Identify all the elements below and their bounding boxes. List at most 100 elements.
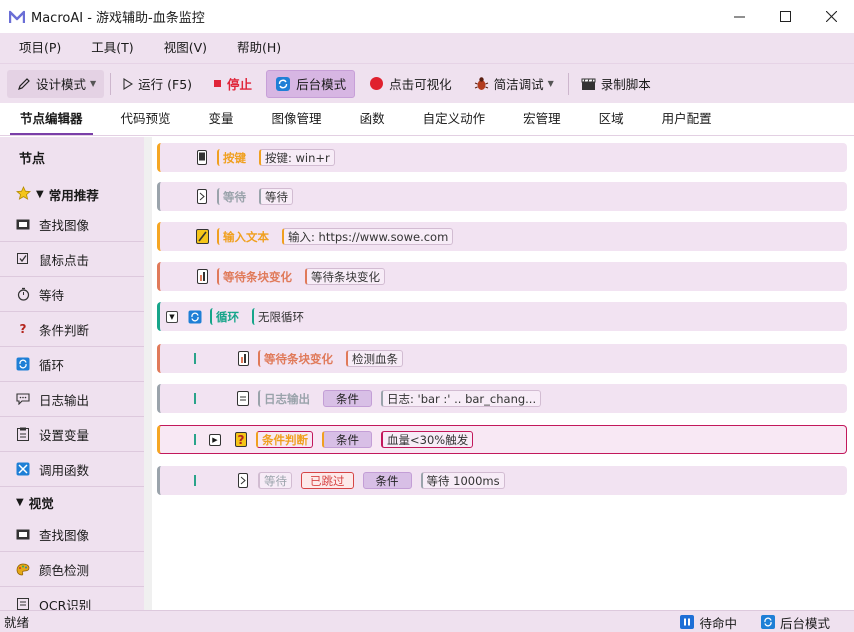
chevron-down-icon: ▼ <box>36 189 44 200</box>
node-title: 等待 <box>258 472 292 489</box>
palette-item-label: 等待 <box>39 287 65 303</box>
palette-item-loop[interactable]: 循环 <box>0 347 144 382</box>
loop-indent-marker <box>194 475 196 486</box>
node-title: 循环 <box>210 308 243 325</box>
collapse-toggle-icon[interactable]: ▼ <box>166 310 178 323</box>
clipboard-icon <box>16 427 30 441</box>
tab-variables[interactable]: 变量 <box>199 103 244 135</box>
node-title: 输入文本 <box>217 228 273 245</box>
node-title: 等待条块变化 <box>258 350 337 367</box>
menu-view[interactable]: 视图(V) <box>157 33 214 63</box>
checkbox-icon <box>16 252 30 266</box>
expand-toggle-icon[interactable]: ▶ <box>209 433 221 446</box>
status-mode: 后台模式 <box>760 613 830 632</box>
hourglass-icon <box>236 473 250 489</box>
stop-label: 停止 <box>227 77 253 92</box>
design-mode-dropdown[interactable]: 设计模式 ▼ <box>7 69 105 98</box>
stopwatch-icon <box>16 287 30 301</box>
palette-item-label: 设置变量 <box>39 427 90 443</box>
node-title: 按键 <box>217 149 250 166</box>
node-input-text[interactable]: 输入文本 输入: https://www.sowe.com <box>157 222 847 251</box>
group-vision-label: 视觉 <box>28 495 54 511</box>
loop-indent-marker <box>194 393 196 404</box>
minimize-icon[interactable] <box>716 0 762 33</box>
node-log-output[interactable]: 日志输出 条件 日志: 'bar :' .. bar_chang... <box>157 384 847 413</box>
close-icon[interactable] <box>808 0 854 33</box>
node-wait-bar-change[interactable]: 等待条块变化 检测血条 <box>157 344 847 373</box>
background-mode-label: 后台模式 <box>296 77 347 92</box>
palette-item-set-variable[interactable]: 设置变量 <box>0 417 144 452</box>
palette-item-ocr[interactable]: OCR识别 <box>0 587 144 610</box>
node-key-press[interactable]: 按键 按键: win+r <box>157 143 847 172</box>
text-scan-icon <box>16 597 30 610</box>
simple-debug-label: 简洁调试 <box>493 77 544 92</box>
status-text: 就绪 <box>4 615 30 630</box>
palette-item-condition[interactable]: ? 条件判断 <box>0 312 144 347</box>
menu-tools[interactable]: 工具(T) <box>84 33 140 63</box>
stop-button[interactable]: 停止 <box>206 70 260 98</box>
loop-indent-marker <box>194 353 196 364</box>
loop-icon <box>16 357 30 371</box>
palette-item-wait[interactable]: 等待 <box>0 277 144 312</box>
group-vision[interactable]: ▼ 视觉 <box>0 487 144 517</box>
chevron-down-icon: ▼ <box>16 496 24 508</box>
node-detail: 等待 1000ms <box>420 472 505 489</box>
node-wait[interactable]: 等待 已跳过 条件 等待 1000ms <box>157 466 847 495</box>
chevron-down-icon: ▼ <box>547 79 554 88</box>
tab-code-preview[interactable]: 代码预览 <box>111 103 181 135</box>
node-palette: 节点 ▼ 常用推荐 查找图像 鼠标点击 等待 ? 条件判断 循环 日志输出 设置… <box>0 137 152 610</box>
svg-text:?: ? <box>238 433 245 447</box>
node-condition[interactable]: ▶ ? 条件判断 条件 血量<30%触发 <box>157 425 847 454</box>
tab-user-config[interactable]: 用户配置 <box>652 103 722 135</box>
run-button[interactable]: 运行 (F5) <box>115 70 200 98</box>
play-icon <box>123 77 134 90</box>
node-title: 等待条块变化 <box>217 268 296 285</box>
palette-header: 节点 <box>19 152 46 167</box>
tab-node-editor[interactable]: 节点编辑器 <box>10 103 93 135</box>
node-loop[interactable]: ▼ 循环 无限循环 <box>157 302 847 331</box>
node-title: 日志输出 <box>258 390 314 407</box>
sync-icon <box>275 76 291 92</box>
palette-item-call-function[interactable]: 调用函数 <box>0 452 144 487</box>
palette-item-log-output[interactable]: 日志输出 <box>0 382 144 417</box>
design-mode-label: 设计模式 <box>36 77 87 92</box>
menu-help[interactable]: 帮助(H) <box>230 33 288 63</box>
question-icon: ? <box>19 322 27 336</box>
group-common[interactable]: ▼ 常用推荐 <box>0 182 144 207</box>
menu-bar: 项目(P) 工具(T) 视图(V) 帮助(H) <box>0 33 854 63</box>
palette-item-mouse-click[interactable]: 鼠标点击 <box>0 242 144 277</box>
node-wait[interactable]: 等待 等待 <box>157 182 847 211</box>
simple-debug-dropdown[interactable]: 简洁调试 ▼ <box>466 70 562 98</box>
menu-project[interactable]: 项目(P) <box>12 33 68 63</box>
background-mode-button[interactable]: 后台模式 <box>266 69 356 98</box>
log-icon <box>236 391 250 407</box>
tab-bar: 节点编辑器 代码预览 变量 图像管理 函数 自定义动作 宏管理 区域 用户配置 <box>0 103 854 136</box>
palette-item-find-image[interactable]: 查找图像 <box>0 517 144 552</box>
record-script-button[interactable]: 录制脚本 <box>573 70 659 98</box>
tab-regions[interactable]: 区域 <box>589 103 634 135</box>
palette-item-label: 循环 <box>39 357 65 373</box>
node-detail: 按键: win+r <box>259 149 335 166</box>
tab-functions[interactable]: 函数 <box>350 103 395 135</box>
loop-icon <box>188 309 202 325</box>
node-title: 等待 <box>217 188 250 205</box>
palette-item-find-image[interactable]: 查找图像 <box>0 207 144 242</box>
node-detail: 无限循环 <box>252 308 308 325</box>
node-wait-bar-change[interactable]: 等待条块变化 等待条块变化 <box>157 262 847 291</box>
question-icon: ? <box>234 432 248 448</box>
palette-item-color-detect[interactable]: 颜色检测 <box>0 552 144 587</box>
bug-icon <box>474 76 489 91</box>
click-visualize-button[interactable]: 点击可视化 <box>361 70 460 98</box>
tab-image-manager[interactable]: 图像管理 <box>262 103 332 135</box>
stop-icon <box>214 79 222 88</box>
hourglass-icon <box>195 189 209 205</box>
speech-bubble-icon <box>16 392 30 406</box>
tab-custom-actions[interactable]: 自定义动作 <box>413 103 496 135</box>
palette-item-label: OCR识别 <box>39 597 92 611</box>
palette-scrollbar[interactable] <box>144 137 152 610</box>
palette-item-label: 条件判断 <box>39 322 90 338</box>
maximize-icon[interactable] <box>762 0 808 33</box>
tab-macro-manager[interactable]: 宏管理 <box>513 103 571 135</box>
palette-item-label: 查找图像 <box>39 527 90 543</box>
bar-meter-icon <box>236 351 250 367</box>
